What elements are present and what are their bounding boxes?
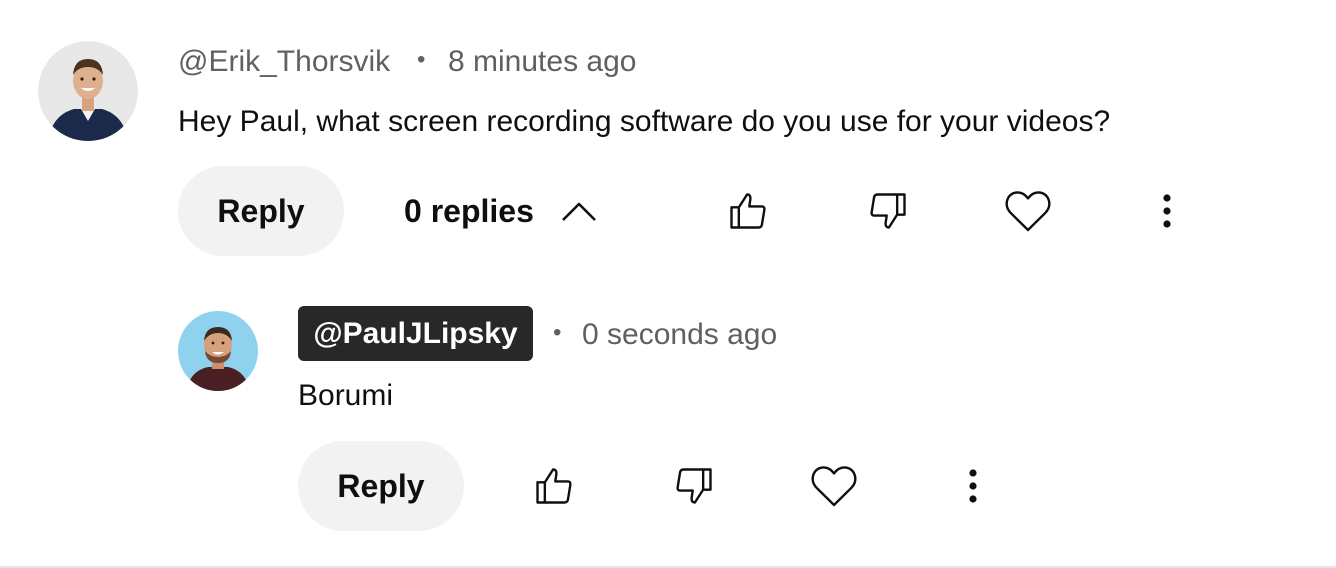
dislike-icon	[866, 189, 910, 233]
like-icon	[532, 464, 576, 508]
dislike-icon	[672, 464, 716, 508]
more-options-button[interactable]	[952, 461, 994, 511]
reply-author: @PaulJLipsky	[313, 316, 518, 350]
replies-count-label: 0 replies	[404, 192, 534, 229]
like-button[interactable]	[524, 461, 584, 511]
replier-avatar[interactable]	[178, 311, 258, 391]
like-button[interactable]	[718, 186, 778, 236]
heart-button[interactable]	[998, 186, 1058, 236]
like-icon	[726, 189, 770, 233]
chevron-up-icon	[560, 199, 598, 223]
more-options-icon	[1162, 193, 1172, 229]
heart-icon	[1004, 188, 1052, 234]
more-options-icon	[968, 468, 978, 504]
heart-button[interactable]	[804, 461, 864, 511]
dislike-button[interactable]	[858, 186, 918, 236]
commenter-avatar[interactable]	[38, 41, 138, 141]
separator-dot: •	[553, 319, 562, 346]
comment-author[interactable]: @Erik_Thorsvik	[178, 42, 390, 82]
dislike-button[interactable]	[664, 461, 724, 511]
reply-button-label: Reply	[337, 467, 425, 504]
more-options-button[interactable]	[1146, 186, 1188, 236]
separator-dot: •	[417, 46, 426, 73]
comment-text: Hey Paul, what screen recording software…	[178, 105, 1111, 138]
comment-timestamp[interactable]: 8 minutes ago	[448, 42, 636, 82]
reply-button-label: Reply	[217, 192, 305, 229]
replies-toggle[interactable]: 0 replies	[404, 190, 598, 232]
reply-timestamp[interactable]: 0 seconds ago	[582, 315, 777, 355]
reply-button[interactable]: Reply	[298, 441, 464, 531]
channel-owner-badge[interactable]: @PaulJLipsky	[298, 306, 533, 361]
heart-icon	[810, 463, 858, 509]
reply-button[interactable]: Reply	[178, 166, 344, 256]
reply-text: Borumi	[298, 379, 394, 412]
